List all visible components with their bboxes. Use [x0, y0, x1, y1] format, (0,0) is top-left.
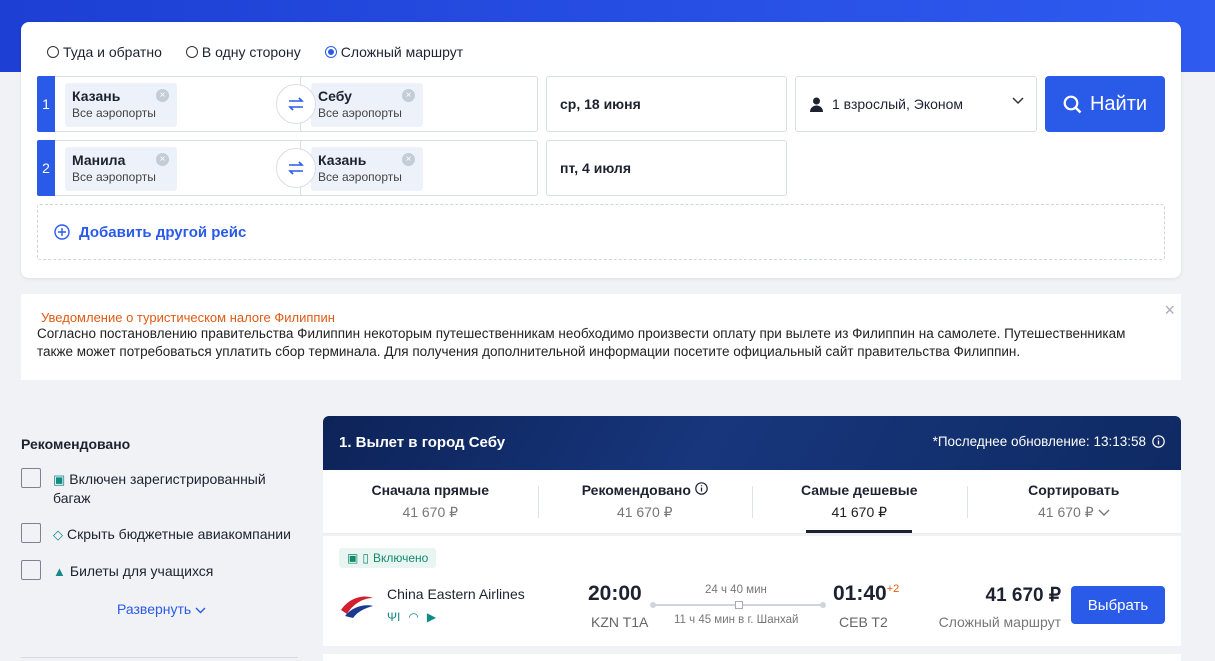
search-panel: Туда и обратно В одну сторону Сложный ма… — [21, 22, 1181, 278]
filter-student-tickets[interactable]: ▲ Билеты для учащихся — [21, 560, 298, 581]
radio-icon[interactable] — [47, 46, 59, 58]
price-note: Сложный маршрут — [938, 614, 1061, 630]
trip-type-oneway[interactable]: В одну сторону — [185, 44, 301, 60]
airline-name: China Eastern Airlines — [387, 586, 525, 602]
radio-icon[interactable] — [185, 46, 198, 58]
wifi-icon: ◠ — [408, 610, 419, 624]
tab-cheapest[interactable]: Самые дешевые 41 670 ₽ — [752, 470, 967, 533]
city-chip: Казань Все аэропорты × — [65, 83, 177, 127]
active-tab-indicator — [806, 530, 913, 533]
filter-hide-budget[interactable]: ◇ Скрыть бюджетные авиакомпании — [21, 523, 298, 544]
find-button[interactable]: Найти — [1045, 76, 1165, 132]
leg-row-1: 1 Казань Все аэропорты × Себу Все аэропо… — [37, 76, 797, 132]
info-icon — [694, 482, 708, 495]
info-icon[interactable] — [1152, 435, 1165, 448]
clear-icon[interactable]: × — [156, 153, 169, 166]
arrival-airport: CEB T2 — [839, 614, 888, 630]
departure-airport: KZN T1A — [591, 614, 649, 630]
search-icon — [1063, 95, 1082, 113]
close-icon[interactable]: × — [1164, 300, 1175, 321]
leg-row-2: 2 Манила Все аэропорты × Казань Все аэро… — [37, 140, 797, 196]
flight-card[interactable]: ▣ ▯ Включено China Eastern Airlines ΨI ◠… — [323, 536, 1181, 646]
leg-number: 2 — [37, 140, 55, 196]
city-chip: Себу Все аэропорты × — [311, 83, 423, 127]
date-field[interactable]: пт, 4 июля — [546, 140, 787, 196]
luggage-icon: ▣ — [347, 551, 359, 565]
add-leg-button[interactable]: Добавить другой рейс — [37, 204, 1165, 260]
city-chip: Манила Все аэропорты × — [65, 147, 177, 191]
baggage-badge: ▣ ▯ Включено — [339, 548, 437, 568]
divider — [21, 657, 298, 658]
to-field[interactable]: Казань Все аэропорты × — [300, 140, 538, 196]
price: 41 670 ₽ — [985, 585, 1061, 606]
departure-time: 20:00 — [588, 582, 642, 605]
from-field[interactable]: Манила Все аэропорты × — [55, 140, 310, 196]
tab-sort[interactable]: Сортировать 41 670 ₽ — [966, 470, 1182, 533]
results-title: 1. Вылет в город Себу — [339, 434, 506, 451]
chevron-down-icon — [195, 607, 206, 614]
checkbox[interactable] — [21, 560, 41, 580]
suitcase-icon: ▯ — [362, 551, 369, 565]
chevron-down-icon — [1012, 97, 1024, 105]
flight-duration: 24 ч 40 мин — [705, 584, 767, 596]
tax-notice: Уведомление о туристическом налоге Филип… — [21, 294, 1181, 380]
swap-button[interactable] — [276, 148, 316, 188]
results-header: 1. Вылет в город Себу *Последнее обновле… — [323, 416, 1181, 470]
stop-marker — [735, 601, 743, 609]
luggage-icon: ▣ — [53, 472, 66, 487]
filters-title: Рекомендовано — [21, 436, 131, 452]
amenities: ΨI ◠ ▶ — [387, 610, 436, 624]
notice-title: Уведомление о туристическом налоге Филип… — [41, 310, 335, 325]
plus-circle-icon — [54, 224, 70, 240]
date-field[interactable]: ср, 18 июня — [546, 76, 787, 132]
route-line — [650, 601, 826, 609]
arrival-time: 01:40+2 — [833, 582, 900, 605]
trip-type-roundtrip[interactable]: Туда и обратно — [47, 44, 162, 60]
clear-icon[interactable]: × — [402, 89, 415, 102]
trip-type-multicity[interactable]: Сложный маршрут — [324, 44, 463, 60]
filters-panel: Рекомендовано ▣ Включен зарегистрированны… — [21, 430, 298, 658]
layover-info: 11 ч 45 мин в г. Шанхай — [674, 614, 799, 626]
tab-direct-first[interactable]: Сначала прямые 41 670 ₽ — [323, 470, 538, 533]
tab-recommended[interactable]: Рекомендовано 41 670 ₽ — [537, 470, 753, 533]
meal-icon: ΨI — [387, 610, 401, 624]
leg-number: 1 — [37, 76, 55, 132]
swap-icon — [288, 97, 304, 111]
checkbox[interactable] — [21, 523, 41, 543]
checkbox[interactable] — [21, 468, 41, 488]
clear-icon[interactable]: × — [156, 89, 169, 102]
last-updated: *Последнее обновление: 13:13:58 — [933, 434, 1165, 449]
select-button[interactable]: Выбрать — [1071, 586, 1165, 624]
swap-icon — [288, 161, 304, 175]
expand-filters-link[interactable]: Развернуть — [117, 601, 298, 617]
from-field[interactable]: Казань Все аэропорты × — [55, 76, 310, 132]
results-panel: 1. Вылет в город Себу *Последнее обновле… — [323, 416, 1181, 661]
flight-card — [323, 654, 1181, 661]
airline-logo-icon — [341, 596, 373, 618]
passengers-select[interactable]: 1 взрослый, Эконом — [795, 76, 1037, 132]
trip-type-selector: Туда и обратно В одну сторону Сложный ма… — [47, 44, 463, 60]
graduation-cap-icon: ▲ — [53, 564, 66, 579]
radio-selected-icon[interactable] — [324, 46, 337, 58]
person-icon — [810, 97, 823, 112]
notice-text: Согласно постановлению правительства Фил… — [37, 326, 1126, 359]
tag-icon: ◇ — [53, 527, 63, 542]
sort-tabs: Сначала прямые 41 670 ₽ Рекомендовано 41… — [323, 470, 1181, 534]
city-chip: Казань Все аэропорты × — [311, 147, 423, 191]
filter-checked-baggage[interactable]: ▣ Включен зарегистрированный багаж — [21, 468, 298, 507]
clear-icon[interactable]: × — [402, 153, 415, 166]
entertainment-icon: ▶ — [426, 610, 437, 624]
swap-button[interactable] — [276, 84, 316, 124]
chevron-down-icon — [1098, 509, 1109, 516]
to-field[interactable]: Себу Все аэропорты × — [300, 76, 538, 132]
day-offset: +2 — [886, 583, 900, 595]
